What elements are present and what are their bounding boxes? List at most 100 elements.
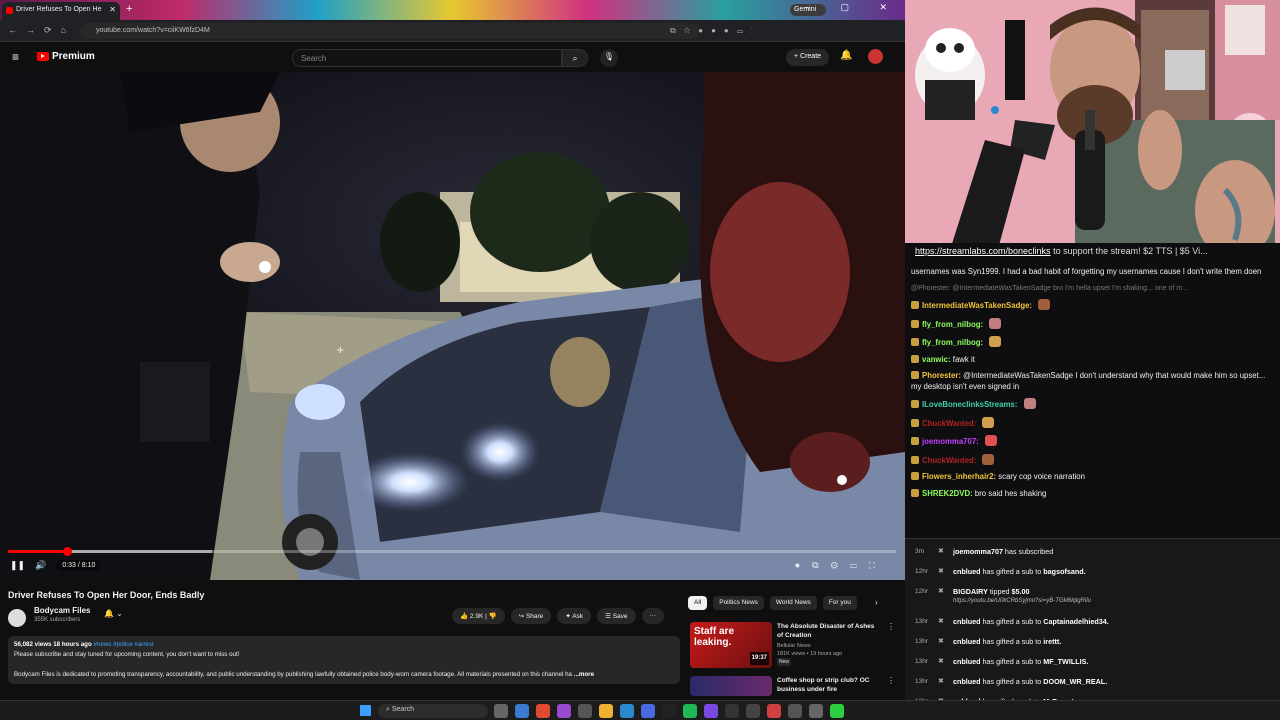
video-duration: 19:37 bbox=[749, 652, 769, 665]
event-type-icon: ✖ bbox=[938, 548, 944, 555]
progress-bar[interactable] bbox=[8, 547, 896, 556]
app-icon[interactable] bbox=[809, 704, 823, 718]
chip-politics-news[interactable]: Politics News bbox=[713, 596, 764, 610]
event-link[interactable]: https://youtu.be/U0kCRbSyjmo?si=yB-TGkl6… bbox=[953, 598, 1091, 604]
window-controls[interactable]: – ▢ ✕ bbox=[805, 2, 901, 13]
chip-for-you[interactable]: For you bbox=[822, 596, 857, 610]
chat-username[interactable]: ChuckWanted: bbox=[922, 456, 976, 465]
chat-username[interactable]: ChuckWanted: bbox=[922, 419, 976, 428]
event-user[interactable]: cnblued bbox=[953, 657, 981, 666]
event-user[interactable]: cnblued bbox=[953, 637, 981, 646]
event-time: 12hr bbox=[915, 568, 929, 575]
views-date: 56,082 views 18 hours ago bbox=[14, 641, 92, 648]
event-user[interactable]: cnblued bbox=[953, 677, 981, 686]
save-button[interactable]: ☰ Save bbox=[597, 608, 636, 624]
recommended-title[interactable]: Coffee shop or strip club? OC business u… bbox=[777, 676, 881, 694]
share-button[interactable]: ↪ Share bbox=[510, 608, 552, 624]
event-row[interactable]: 12hr ✖ BIGDAIRY tipped $5.00 https://youtu.… bbox=[905, 583, 1280, 604]
new-tab-button[interactable]: + bbox=[126, 3, 132, 15]
recommended-title[interactable]: The Absolute Disaster of Ashes of Creati… bbox=[777, 622, 881, 640]
channel-avatar[interactable] bbox=[8, 609, 26, 627]
app-icon[interactable] bbox=[620, 704, 634, 718]
description-box[interactable]: 56,082 views 18 hours ago #news #police … bbox=[8, 636, 680, 684]
event-row[interactable]: 12hr ✖ cnblued has gifted a sub to bagsofs… bbox=[905, 563, 1280, 581]
chat-username[interactable]: joemomma707: bbox=[922, 437, 979, 446]
video-thumbnail[interactable]: Staff are leaking. 19:37 bbox=[690, 622, 772, 668]
app-icon[interactable] bbox=[830, 704, 844, 718]
more-options-icon[interactable]: ⋮ bbox=[887, 676, 895, 685]
thumbnail-text: Staff are leaking. bbox=[694, 626, 735, 648]
event-row[interactable]: 13hr ✖ cnblued has gifted a sub to DOOM_WR… bbox=[905, 673, 1280, 691]
chat-username[interactable]: fly_from_nilbog: bbox=[922, 320, 983, 329]
event-row[interactable]: 13hr ✖ cnblued has gifted a sub to Captain… bbox=[905, 613, 1280, 631]
more-link[interactable]: ...more bbox=[574, 671, 594, 678]
edge-icon[interactable] bbox=[515, 704, 529, 718]
app-icon[interactable] bbox=[662, 704, 676, 718]
app-icon[interactable] bbox=[578, 704, 592, 718]
channel-name[interactable]: Bodycam Files bbox=[34, 606, 90, 615]
chrome-icon[interactable] bbox=[536, 704, 550, 718]
chat-username[interactable]: SHREK2DVD: bbox=[922, 489, 973, 498]
folder-icon[interactable] bbox=[599, 704, 613, 718]
taskbar-search[interactable]: ⌕ Search bbox=[378, 704, 488, 718]
user-badge-icon bbox=[911, 371, 919, 379]
app-icon[interactable] bbox=[557, 704, 571, 718]
player-controls-right[interactable]: ●⧉⚙▭⛶ bbox=[795, 560, 887, 571]
hamburger-menu-icon[interactable]: ≡ bbox=[12, 50, 19, 64]
youtube-logo[interactable]: Premium bbox=[37, 51, 95, 62]
app-icon[interactable] bbox=[746, 704, 760, 718]
event-user[interactable]: cnblued bbox=[953, 617, 981, 626]
more-actions-button[interactable]: ··· bbox=[641, 608, 665, 624]
streamlabs-link[interactable]: https://streamlabs.com/boneclinks bbox=[915, 246, 1051, 256]
app-icon[interactable] bbox=[704, 704, 718, 718]
subscription-bell-icon[interactable]: 🔔 ⌄ bbox=[104, 609, 123, 618]
new-badge: New bbox=[777, 658, 792, 666]
chat-username[interactable]: Phorester: bbox=[922, 371, 961, 380]
avatar[interactable] bbox=[868, 49, 883, 64]
search-icon[interactable]: ⌕ bbox=[562, 49, 588, 67]
chat-username[interactable]: Flowers_inherhair2: bbox=[922, 472, 996, 481]
ask-button[interactable]: ✦ Ask bbox=[557, 608, 592, 624]
event-row[interactable]: 3m ✖ joemomma707 has subscribed bbox=[905, 543, 1280, 561]
chip-world-news[interactable]: World News bbox=[769, 596, 817, 610]
event-row[interactable]: 13hr✖cnblued has gifted a sub to MrEmeat… bbox=[905, 693, 1280, 700]
recommended-video[interactable]: Coffee shop or strip club? OC business u… bbox=[690, 676, 895, 696]
chat-username[interactable]: vanwic: bbox=[922, 355, 951, 364]
extensions-bar[interactable]: ⧉☆●●●▭⋮ bbox=[670, 26, 761, 36]
recommended-video[interactable]: Staff are leaking. 19:37 The Absolute Di… bbox=[690, 622, 895, 670]
create-button[interactable]: + Create bbox=[786, 49, 830, 66]
app-icon[interactable] bbox=[767, 704, 781, 718]
windows-start-icon[interactable] bbox=[360, 705, 371, 716]
video-player[interactable]: ❚❚ 🔊 0:33 / 8:10 ●⧉⚙▭⛶ bbox=[0, 72, 905, 580]
app-icon[interactable] bbox=[788, 704, 802, 718]
task-view-icon[interactable] bbox=[494, 704, 508, 718]
event-row[interactable]: 13hr ✖ cnblued has gifted a sub to irettt. bbox=[905, 633, 1280, 651]
close-tab-icon[interactable]: ✕ bbox=[109, 5, 116, 14]
event-user[interactable]: BIGDAIRY bbox=[953, 587, 988, 596]
browser-tab[interactable]: Driver Refuses To Open He ✕ bbox=[2, 2, 120, 20]
like-button[interactable]: 👍 2.9K | 👎 bbox=[452, 608, 505, 624]
recommended-channel[interactable]: Bellular News bbox=[777, 642, 842, 650]
chevron-right-icon[interactable]: › bbox=[875, 598, 878, 607]
address-bar[interactable]: youtube.com/watch?v=ciiKW6fzD4M bbox=[80, 23, 700, 39]
microphone-icon[interactable]: 🎙 bbox=[600, 49, 618, 67]
spotify-icon[interactable] bbox=[683, 704, 697, 718]
volume-icon[interactable]: 🔊 bbox=[35, 560, 46, 571]
chat-username[interactable]: fly_from_nilbog: bbox=[922, 338, 983, 347]
search-input[interactable]: Search bbox=[292, 49, 562, 67]
hashtags[interactable]: #news #police #arrest bbox=[93, 641, 153, 648]
user-badge-icon bbox=[911, 338, 919, 346]
app-icon[interactable] bbox=[725, 704, 739, 718]
chat-username[interactable]: ILoveBoneclinksStreams: bbox=[922, 400, 1017, 409]
notifications-icon[interactable]: 🔔 bbox=[840, 50, 852, 61]
video-thumbnail[interactable] bbox=[690, 676, 772, 696]
chat-username[interactable]: IntermediateWasTakenSadge: bbox=[922, 301, 1032, 310]
chip-all[interactable]: All bbox=[688, 596, 708, 610]
nav-buttons[interactable]: ←→⟳⌂ bbox=[8, 25, 75, 36]
event-user[interactable]: cnblued bbox=[953, 567, 981, 576]
more-options-icon[interactable]: ⋮ bbox=[887, 622, 895, 631]
event-row[interactable]: 13hr ✖ cnblued has gifted a sub to MF_TWIL… bbox=[905, 653, 1280, 671]
discord-icon[interactable] bbox=[641, 704, 655, 718]
event-user[interactable]: joemomma707 bbox=[953, 547, 1003, 556]
pause-icon[interactable]: ❚❚ bbox=[10, 560, 25, 571]
